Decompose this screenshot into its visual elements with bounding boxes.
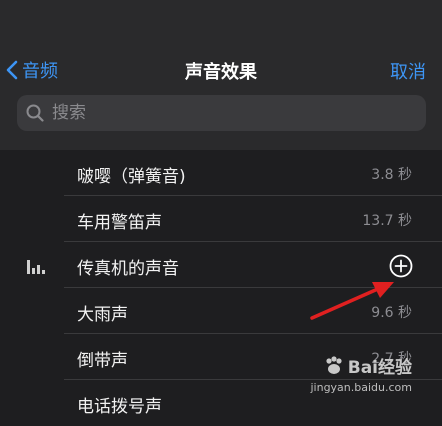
annotation-arrow-icon <box>310 282 394 320</box>
baidu-watermark: Bai经验 <box>323 353 412 378</box>
watermark-url: jingyan.baidu.com <box>310 381 412 394</box>
paw-logo-icon <box>326 355 342 374</box>
watermark-brand: Bai经验 <box>347 358 412 378</box>
